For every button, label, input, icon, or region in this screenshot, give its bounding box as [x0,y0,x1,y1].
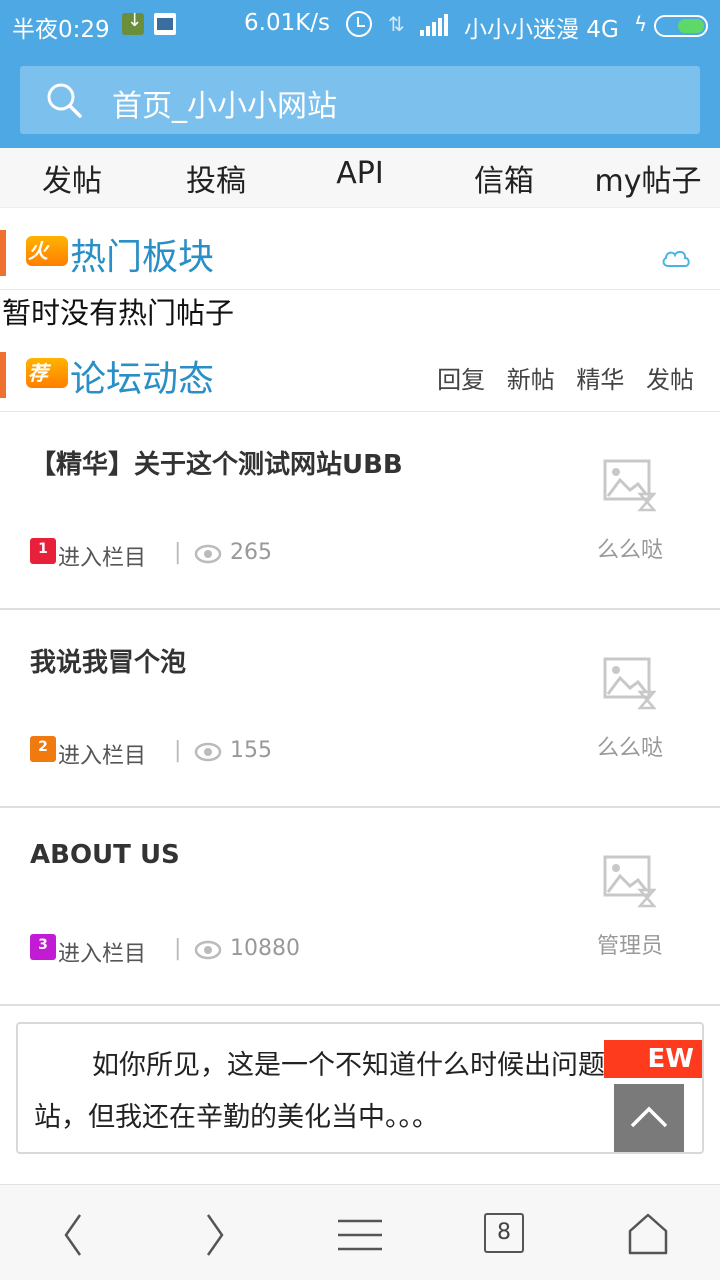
menu-icon[interactable] [335,1209,385,1259]
tabs-button[interactable]: 8 [484,1213,524,1253]
recommend-badge-icon: 荐 [26,358,68,388]
view-count: 155 [230,738,272,763]
battery-icon [654,15,708,37]
top-nav: 发帖 投稿 API 信箱 my帖子 [0,148,720,208]
section-accent-bar [0,230,6,276]
forward-arrow-icon[interactable] [190,1209,240,1259]
image-placeholder-icon [603,459,656,512]
nav-item-post[interactable]: 发帖 [0,156,144,200]
home-icon[interactable] [623,1209,673,1259]
post-title[interactable]: ABOUT US [30,840,180,870]
post-title[interactable]: 我说我冒个泡 [30,642,186,679]
view-count: 265 [230,540,272,565]
network-speed: 6.01K/s [244,10,331,36]
forum-section-title: 论坛动态 [70,359,215,400]
status-bar: 半夜0:29 6.01K/s ⇅ 小小小迷漫 4G ϟ [0,0,720,50]
divider: | [174,936,182,961]
alarm-icon [346,11,372,37]
back-arrow-icon[interactable] [48,1209,98,1259]
post-category-link[interactable]: 进入栏目 [58,936,146,968]
view-count: 10880 [230,936,300,961]
hot-section-title: 热门板块 [70,237,215,278]
download-icon [122,10,144,35]
post-author: 么么哒 [596,538,663,563]
filter-featured-link[interactable]: 精华 [576,366,624,394]
forum-section-header: 荐 论坛动态 回复 新帖 精华 发帖 [0,332,720,412]
eye-icon [194,940,222,960]
fire-badge-icon: 火 [26,236,68,266]
search-icon[interactable] [46,82,82,118]
carrier-name: 小小小迷漫 4G [464,17,619,43]
post-category-link[interactable]: 进入栏目 [58,738,146,770]
divider: | [174,540,182,565]
post-author: 么么哒 [596,736,663,761]
back-to-top-button[interactable] [614,1084,684,1152]
forum-filter-links: 回复 新帖 精华 发帖 [423,360,694,395]
image-placeholder-icon [603,657,656,710]
post-author: 管理员 [596,934,663,959]
eye-icon [194,544,222,564]
sim-card-icon [154,13,176,35]
rank-badge: 2 [30,736,56,762]
post-category-link[interactable]: 进入栏目 [58,540,146,572]
empty-hot-note: 暂时没有热门帖子 [2,296,235,330]
search-bar[interactable]: 首页_小小小网站 [20,66,700,134]
nav-item-mailbox[interactable]: 信箱 [432,156,576,200]
status-time: 半夜0:29 [12,17,110,43]
post-title[interactable]: 【精华】关于这个测试网站UBB [30,444,403,481]
new-badge: EW [604,1040,702,1078]
section-accent-bar [0,352,6,398]
search-header: 首页_小小小网站 [0,50,720,148]
filter-reply-link[interactable]: 回复 [437,366,485,394]
post-item[interactable]: 【精华】关于这个测试网站UBB 1 进入栏目 | 265 么么哒 [0,412,720,610]
nav-item-submit[interactable]: 投稿 [144,156,288,200]
hot-section-header: 火 热门板块 [0,210,720,290]
cloud-icon[interactable] [660,246,692,270]
data-transfer-icon: ⇅ [388,12,405,36]
notice-text: 如你所见，这是一个不知道什么时候出问题的网站，但我还在辛勤的美化当中。。。 [34,1050,659,1133]
nav-item-api[interactable]: API [288,156,432,191]
filter-new-link[interactable]: 新帖 [507,366,555,394]
signal-icon [420,14,450,36]
chevron-up-icon [630,1106,668,1128]
search-input[interactable]: 首页_小小小网站 [112,81,337,125]
filter-post-link[interactable]: 发帖 [646,366,694,394]
rank-badge: 1 [30,538,56,564]
rank-badge: 3 [30,934,56,960]
post-item[interactable]: ABOUT US 3 进入栏目 | 10880 管理员 [0,808,720,1006]
image-placeholder-icon [603,855,656,908]
divider: | [174,738,182,763]
nav-item-my-posts[interactable]: my帖子 [576,156,720,200]
notice-box: 如你所见，这是一个不知道什么时候出问题的网站，但我还在辛勤的美化当中。。。 [16,1022,704,1154]
eye-icon [194,742,222,762]
charging-icon: ϟ [634,12,648,36]
post-item[interactable]: 我说我冒个泡 2 进入栏目 | 155 么么哒 [0,610,720,808]
browser-toolbar: 8 [0,1184,720,1280]
